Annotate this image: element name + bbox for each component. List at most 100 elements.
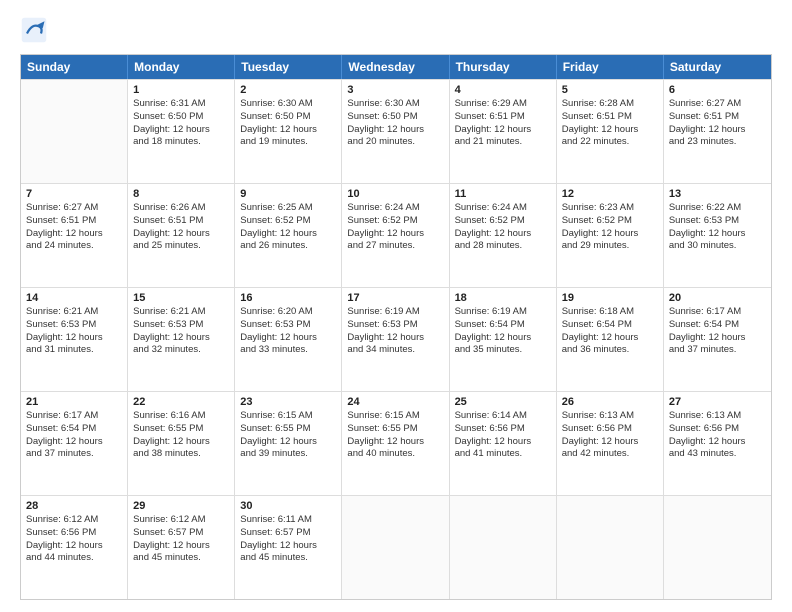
calendar-day-8: 8 Sunrise: 6:26 AM Sunset: 6:51 PM Daylig…	[128, 184, 235, 287]
calendar-row-4: 21 Sunrise: 6:17 AM Sunset: 6:54 PM Dayli…	[21, 391, 771, 495]
day-number: 29	[133, 500, 229, 512]
day-number: 8	[133, 188, 229, 200]
calendar-day-6: 6 Sunrise: 6:27 AM Sunset: 6:51 PM Daylig…	[664, 80, 771, 183]
logo	[20, 16, 52, 44]
day-number: 10	[347, 188, 443, 200]
day-info: Sunrise: 6:28 AM Sunset: 6:51 PM Dayligh…	[562, 98, 658, 149]
day-info: Sunrise: 6:20 AM Sunset: 6:53 PM Dayligh…	[240, 306, 336, 357]
day-info: Sunrise: 6:26 AM Sunset: 6:51 PM Dayligh…	[133, 202, 229, 253]
day-number: 23	[240, 396, 336, 408]
calendar-day-15: 15 Sunrise: 6:21 AM Sunset: 6:53 PM Dayli…	[128, 288, 235, 391]
day-info: Sunrise: 6:27 AM Sunset: 6:51 PM Dayligh…	[26, 202, 122, 253]
day-number: 21	[26, 396, 122, 408]
calendar-day-21: 21 Sunrise: 6:17 AM Sunset: 6:54 PM Dayli…	[21, 392, 128, 495]
day-info: Sunrise: 6:25 AM Sunset: 6:52 PM Dayligh…	[240, 202, 336, 253]
day-number: 28	[26, 500, 122, 512]
day-number: 16	[240, 292, 336, 304]
weekday-header-thursday: Thursday	[450, 55, 557, 79]
day-number: 20	[669, 292, 766, 304]
calendar: SundayMondayTuesdayWednesdayThursdayFrid…	[20, 54, 772, 600]
calendar-empty-cell	[450, 496, 557, 599]
calendar-day-4: 4 Sunrise: 6:29 AM Sunset: 6:51 PM Daylig…	[450, 80, 557, 183]
calendar-header: SundayMondayTuesdayWednesdayThursdayFrid…	[21, 55, 771, 79]
day-info: Sunrise: 6:18 AM Sunset: 6:54 PM Dayligh…	[562, 306, 658, 357]
day-number: 1	[133, 84, 229, 96]
day-info: Sunrise: 6:17 AM Sunset: 6:54 PM Dayligh…	[669, 306, 766, 357]
day-number: 6	[669, 84, 766, 96]
day-info: Sunrise: 6:13 AM Sunset: 6:56 PM Dayligh…	[669, 410, 766, 461]
day-info: Sunrise: 6:11 AM Sunset: 6:57 PM Dayligh…	[240, 514, 336, 565]
day-number: 12	[562, 188, 658, 200]
day-number: 13	[669, 188, 766, 200]
day-number: 14	[26, 292, 122, 304]
weekday-header-saturday: Saturday	[664, 55, 771, 79]
calendar-day-22: 22 Sunrise: 6:16 AM Sunset: 6:55 PM Dayli…	[128, 392, 235, 495]
day-number: 11	[455, 188, 551, 200]
day-info: Sunrise: 6:24 AM Sunset: 6:52 PM Dayligh…	[347, 202, 443, 253]
day-info: Sunrise: 6:15 AM Sunset: 6:55 PM Dayligh…	[240, 410, 336, 461]
calendar-body: 1Sunrise: 6:31 AM Sunset: 6:50 PM Daylig…	[21, 79, 771, 599]
calendar-empty-cell	[21, 80, 128, 183]
day-info: Sunrise: 6:21 AM Sunset: 6:53 PM Dayligh…	[133, 306, 229, 357]
header	[20, 16, 772, 44]
calendar-day-30: 30Sunrise: 6:11 AM Sunset: 6:57 PM Dayli…	[235, 496, 342, 599]
day-number: 19	[562, 292, 658, 304]
calendar-day-2: 2 Sunrise: 6:30 AM Sunset: 6:50 PM Daylig…	[235, 80, 342, 183]
day-number: 2	[240, 84, 336, 96]
calendar-day-27: 27Sunrise: 6:13 AM Sunset: 6:56 PM Dayli…	[664, 392, 771, 495]
day-number: 7	[26, 188, 122, 200]
day-info: Sunrise: 6:30 AM Sunset: 6:50 PM Dayligh…	[347, 98, 443, 149]
calendar-day-16: 16 Sunrise: 6:20 AM Sunset: 6:53 PM Dayli…	[235, 288, 342, 391]
day-number: 3	[347, 84, 443, 96]
calendar-empty-cell	[664, 496, 771, 599]
calendar-day-1: 1Sunrise: 6:31 AM Sunset: 6:50 PM Daylig…	[128, 80, 235, 183]
calendar-empty-cell	[342, 496, 449, 599]
calendar-day-13: 13Sunrise: 6:22 AM Sunset: 6:53 PM Dayli…	[664, 184, 771, 287]
page: SundayMondayTuesdayWednesdayThursdayFrid…	[0, 0, 792, 612]
calendar-day-14: 14 Sunrise: 6:21 AM Sunset: 6:53 PM Dayli…	[21, 288, 128, 391]
calendar-day-23: 23 Sunrise: 6:15 AM Sunset: 6:55 PM Dayli…	[235, 392, 342, 495]
day-info: Sunrise: 6:21 AM Sunset: 6:53 PM Dayligh…	[26, 306, 122, 357]
calendar-day-12: 12 Sunrise: 6:23 AM Sunset: 6:52 PM Dayli…	[557, 184, 664, 287]
day-number: 4	[455, 84, 551, 96]
day-info: Sunrise: 6:27 AM Sunset: 6:51 PM Dayligh…	[669, 98, 766, 149]
calendar-day-7: 7 Sunrise: 6:27 AM Sunset: 6:51 PM Daylig…	[21, 184, 128, 287]
calendar-row-5: 28 Sunrise: 6:12 AM Sunset: 6:56 PM Dayli…	[21, 495, 771, 599]
day-number: 24	[347, 396, 443, 408]
day-number: 22	[133, 396, 229, 408]
calendar-day-28: 28 Sunrise: 6:12 AM Sunset: 6:56 PM Dayli…	[21, 496, 128, 599]
calendar-day-26: 26Sunrise: 6:13 AM Sunset: 6:56 PM Dayli…	[557, 392, 664, 495]
day-number: 5	[562, 84, 658, 96]
day-number: 15	[133, 292, 229, 304]
day-info: Sunrise: 6:15 AM Sunset: 6:55 PM Dayligh…	[347, 410, 443, 461]
calendar-day-19: 19 Sunrise: 6:18 AM Sunset: 6:54 PM Dayli…	[557, 288, 664, 391]
calendar-day-5: 5 Sunrise: 6:28 AM Sunset: 6:51 PM Daylig…	[557, 80, 664, 183]
weekday-header-monday: Monday	[128, 55, 235, 79]
weekday-header-tuesday: Tuesday	[235, 55, 342, 79]
calendar-day-18: 18Sunrise: 6:19 AM Sunset: 6:54 PM Dayli…	[450, 288, 557, 391]
day-info: Sunrise: 6:16 AM Sunset: 6:55 PM Dayligh…	[133, 410, 229, 461]
weekday-header-wednesday: Wednesday	[342, 55, 449, 79]
day-number: 18	[455, 292, 551, 304]
weekday-header-sunday: Sunday	[21, 55, 128, 79]
calendar-day-11: 11 Sunrise: 6:24 AM Sunset: 6:52 PM Dayli…	[450, 184, 557, 287]
logo-icon	[20, 16, 48, 44]
day-info: Sunrise: 6:23 AM Sunset: 6:52 PM Dayligh…	[562, 202, 658, 253]
day-info: Sunrise: 6:17 AM Sunset: 6:54 PM Dayligh…	[26, 410, 122, 461]
day-info: Sunrise: 6:30 AM Sunset: 6:50 PM Dayligh…	[240, 98, 336, 149]
day-number: 25	[455, 396, 551, 408]
calendar-day-9: 9 Sunrise: 6:25 AM Sunset: 6:52 PM Daylig…	[235, 184, 342, 287]
calendar-day-17: 17 Sunrise: 6:19 AM Sunset: 6:53 PM Dayli…	[342, 288, 449, 391]
day-info: Sunrise: 6:19 AM Sunset: 6:53 PM Dayligh…	[347, 306, 443, 357]
calendar-day-29: 29 Sunrise: 6:12 AM Sunset: 6:57 PM Dayli…	[128, 496, 235, 599]
day-info: Sunrise: 6:12 AM Sunset: 6:57 PM Dayligh…	[133, 514, 229, 565]
day-info: Sunrise: 6:14 AM Sunset: 6:56 PM Dayligh…	[455, 410, 551, 461]
day-number: 17	[347, 292, 443, 304]
day-info: Sunrise: 6:24 AM Sunset: 6:52 PM Dayligh…	[455, 202, 551, 253]
calendar-day-24: 24 Sunrise: 6:15 AM Sunset: 6:55 PM Dayli…	[342, 392, 449, 495]
day-number: 9	[240, 188, 336, 200]
calendar-day-25: 25 Sunrise: 6:14 AM Sunset: 6:56 PM Dayli…	[450, 392, 557, 495]
day-info: Sunrise: 6:12 AM Sunset: 6:56 PM Dayligh…	[26, 514, 122, 565]
calendar-empty-cell	[557, 496, 664, 599]
day-info: Sunrise: 6:29 AM Sunset: 6:51 PM Dayligh…	[455, 98, 551, 149]
